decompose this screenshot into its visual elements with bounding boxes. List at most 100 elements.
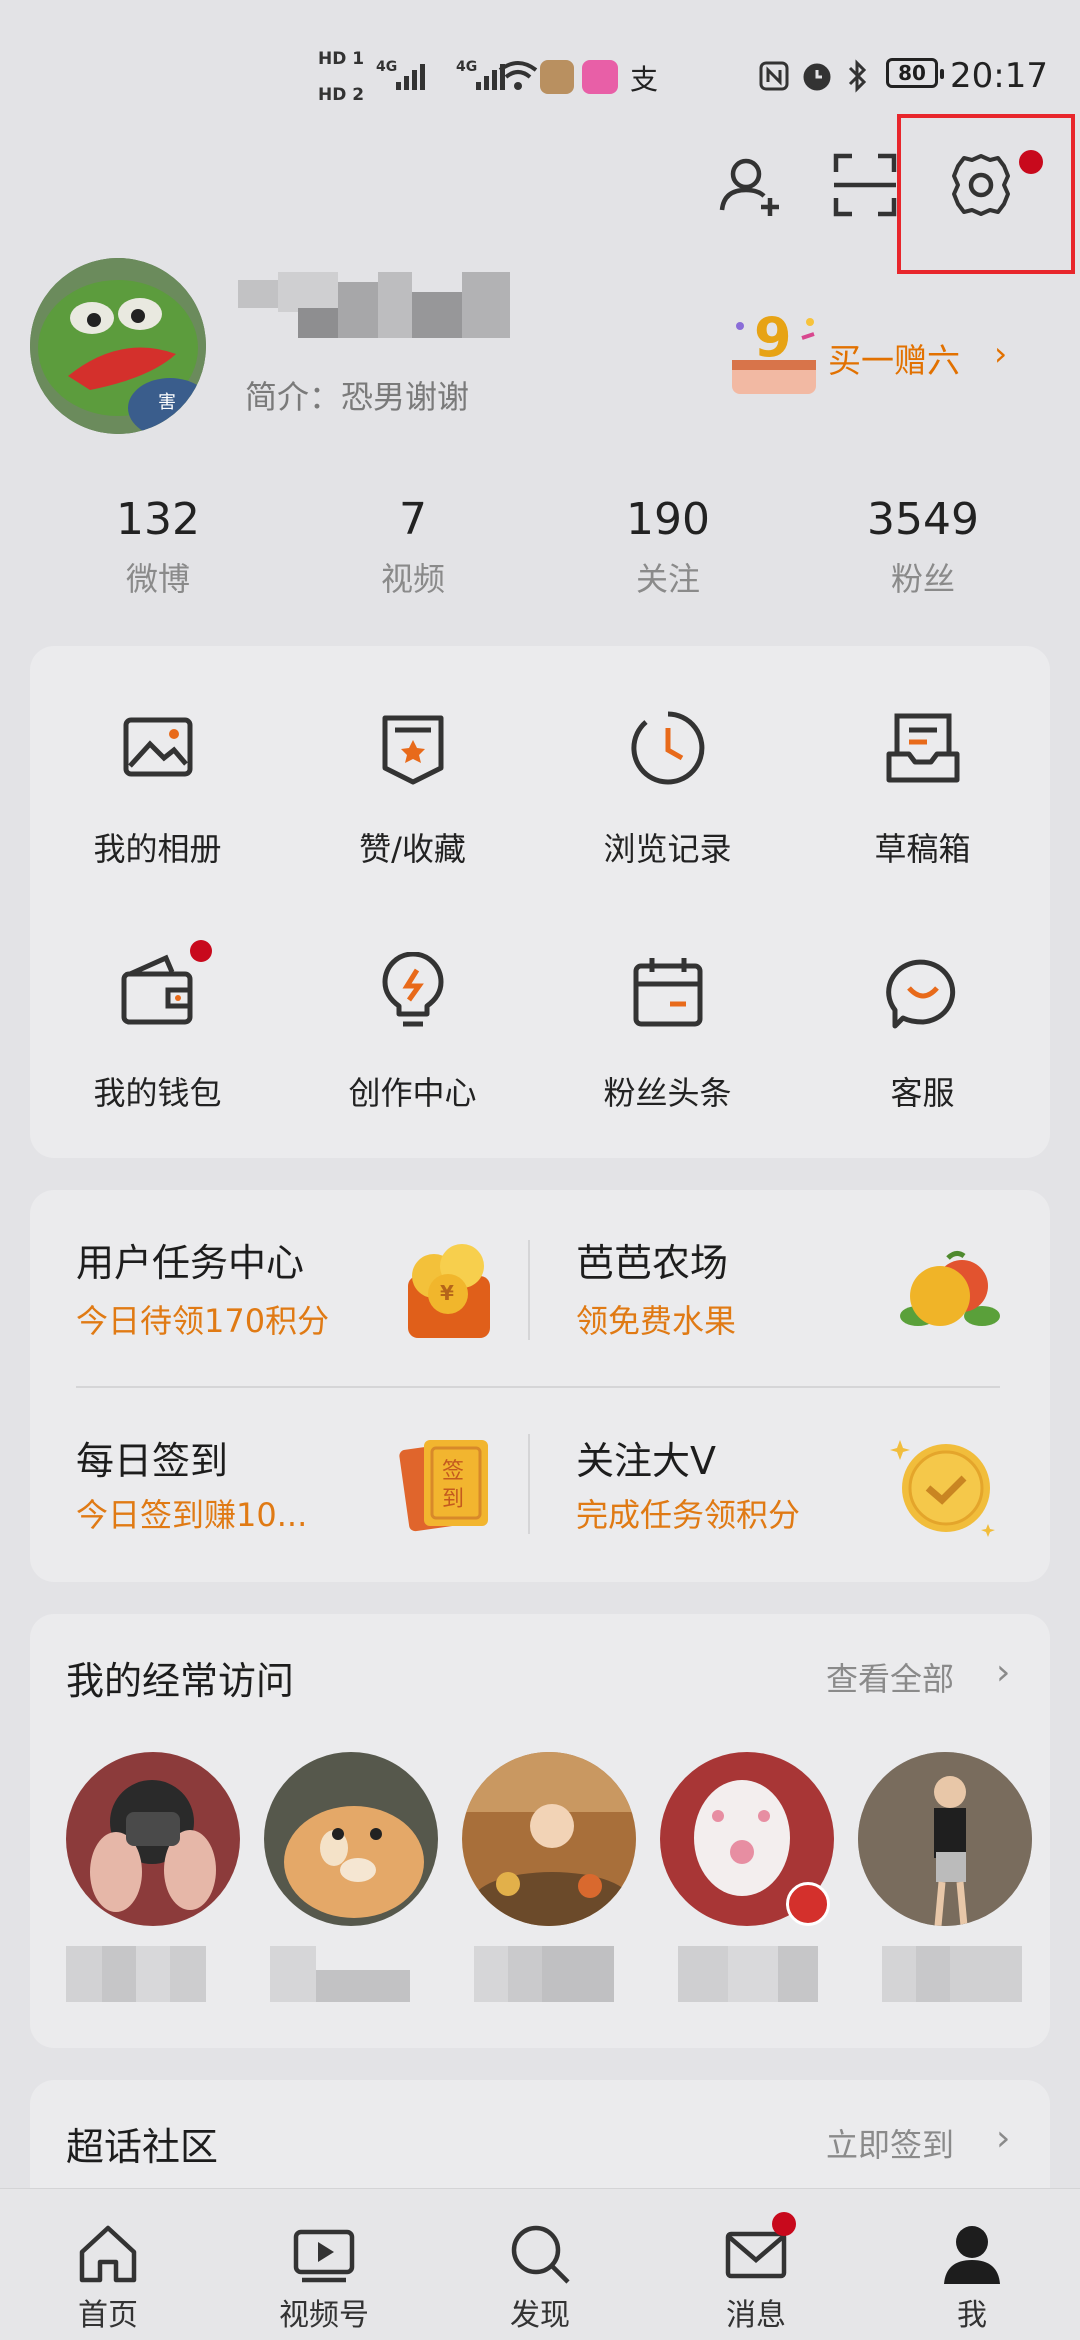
frequent-name-blurred-5: [882, 1946, 1022, 2002]
task-title: 每日签到: [76, 1439, 229, 1483]
nav-me[interactable]: 我: [864, 2188, 1080, 2340]
view-all-link[interactable]: 查看全部: [826, 1654, 954, 1700]
favorite-icon: [382, 715, 443, 785]
coin-bag-icon: ¥: [408, 1244, 490, 1338]
grid-item-favorites[interactable]: 赞/收藏: [285, 708, 540, 870]
messages-notification-dot: [772, 2212, 796, 2236]
task-subtitle: 完成任务领积分: [576, 1496, 801, 1534]
task-subtitle: 今日待领170积分: [76, 1302, 330, 1340]
lightbulb-icon: [382, 951, 443, 1027]
frequent-name-blurred-1: [66, 1946, 206, 2002]
app-notification-icon: [540, 60, 574, 94]
promo-chevron-icon: ›: [994, 334, 1008, 373]
hd1-indicator: HD 1: [318, 49, 365, 69]
nav-home[interactable]: 首页: [0, 2188, 216, 2340]
stat-value: 190: [626, 494, 710, 545]
bluetooth-icon: [848, 59, 867, 93]
promo-label[interactable]: 买一赠六: [828, 334, 960, 382]
grid-label: 浏览记录: [603, 830, 732, 868]
profile-icon: [944, 2226, 1000, 2284]
grid-item-history[interactable]: 浏览记录: [540, 708, 795, 870]
stat-value: 7: [399, 494, 427, 545]
svg-text:¥: ¥: [440, 1281, 454, 1305]
frequent-avatar-2[interactable]: [264, 1752, 438, 1926]
hd2-indicator: HD 2: [318, 85, 365, 105]
stat-following[interactable]: 190 关注: [568, 492, 768, 600]
grid-label: 赞/收藏: [359, 830, 466, 868]
search-icon: [511, 2225, 570, 2284]
stat-label: 粉丝: [890, 560, 955, 598]
user-avatar[interactable]: 害: [30, 258, 206, 434]
grid-item-drafts[interactable]: 草稿箱: [795, 708, 1050, 870]
nfc-icon: [759, 61, 789, 91]
wallet-icon: [121, 954, 192, 1025]
add-friend-icon[interactable]: [716, 150, 786, 220]
nav-label: 消息: [726, 2298, 786, 2333]
nav-label: 我: [957, 2298, 987, 2333]
grid-item-creator-center[interactable]: 创作中心: [285, 951, 540, 1114]
video-icon: [293, 2229, 355, 2283]
alarm-icon: [803, 63, 831, 91]
drafts-icon: [886, 713, 959, 783]
stat-label: 视频: [380, 560, 445, 598]
photo-album-icon: [123, 717, 192, 777]
nav-label: 发现: [510, 2298, 570, 2333]
view-all-chevron-icon: ›: [996, 1652, 1011, 1693]
grid-item-fan-headline[interactable]: 粉丝头条: [540, 952, 795, 1114]
calendar-icon: [633, 958, 702, 1027]
grid-item-album[interactable]: 我的相册: [30, 708, 285, 870]
grid-label: 创作中心: [348, 1074, 477, 1112]
task-subtitle: 今日签到赚10...: [76, 1496, 308, 1534]
stat-label: 关注: [635, 560, 700, 598]
grid-item-customer-service[interactable]: 客服: [795, 952, 1050, 1114]
svg-text:9: 9: [754, 306, 792, 369]
check-coin-icon: [890, 1440, 995, 1537]
nav-label: 首页: [78, 2298, 138, 2333]
task-title: 关注大V: [576, 1439, 716, 1483]
alipay-notification-icon: 支: [630, 63, 659, 96]
svg-text:签: 签: [442, 1459, 464, 1484]
anniversary-cake-icon[interactable]: 9: [724, 304, 824, 400]
frequent-avatar-1[interactable]: [66, 1752, 240, 1926]
nav-video[interactable]: 视频号: [216, 2188, 432, 2340]
grid-label: 我的钱包: [93, 1074, 222, 1112]
grid-item-wallet[interactable]: 我的钱包: [30, 952, 285, 1114]
history-icon: [630, 711, 704, 785]
username-blurred: [238, 272, 510, 338]
svg-text:到: 到: [442, 1487, 464, 1512]
fruit-icon: [900, 1250, 1000, 1326]
grid-label: 草稿箱: [874, 830, 971, 868]
grid-label: 粉丝头条: [603, 1074, 732, 1112]
frequent-name-blurred-4: [678, 1946, 818, 2002]
frequent-avatar-3[interactable]: [462, 1752, 636, 1926]
settings-notification-dot: [1019, 150, 1043, 174]
super-topic-badge-icon: [786, 1882, 830, 1926]
clock: 20:17: [950, 56, 1048, 96]
grid-label: 客服: [890, 1074, 955, 1112]
super-topic-title: 超话社区: [66, 2125, 219, 2169]
stat-value: 132: [116, 494, 200, 545]
stat-videos[interactable]: 7 视频: [313, 492, 513, 600]
stat-followers[interactable]: 3549 粉丝: [823, 492, 1023, 600]
svg-text:害: 害: [158, 392, 176, 413]
nav-messages[interactable]: 消息: [648, 2188, 864, 2340]
sign-in-chevron-icon: ›: [996, 2118, 1011, 2159]
frequent-name-blurred-2: [270, 1946, 410, 2002]
checkin-card-icon: 签 到: [399, 1440, 488, 1532]
task-subtitle: 领免费水果: [576, 1302, 737, 1340]
stat-value: 3549: [867, 494, 979, 545]
sign-in-now-link[interactable]: 立即签到: [826, 2120, 954, 2166]
frequent-name-blurred-3: [474, 1946, 614, 2002]
nav-label: 视频号: [279, 2298, 369, 2333]
frequent-visits-title: 我的经常访问: [66, 1659, 295, 1703]
user-bio: 简介：恐男谢谢: [245, 378, 470, 416]
task-title: 芭芭农场: [576, 1241, 729, 1285]
nav-discover[interactable]: 发现: [432, 2188, 648, 2340]
frequent-avatar-5[interactable]: [858, 1752, 1032, 1926]
scan-icon[interactable]: [830, 150, 900, 220]
stat-posts[interactable]: 132 微博: [58, 492, 258, 600]
tv-app-notification-icon: [582, 60, 618, 94]
settings-gear-icon[interactable]: [946, 150, 1016, 220]
task-title: 用户任务中心: [76, 1241, 305, 1285]
home-icon: [79, 2225, 137, 2283]
